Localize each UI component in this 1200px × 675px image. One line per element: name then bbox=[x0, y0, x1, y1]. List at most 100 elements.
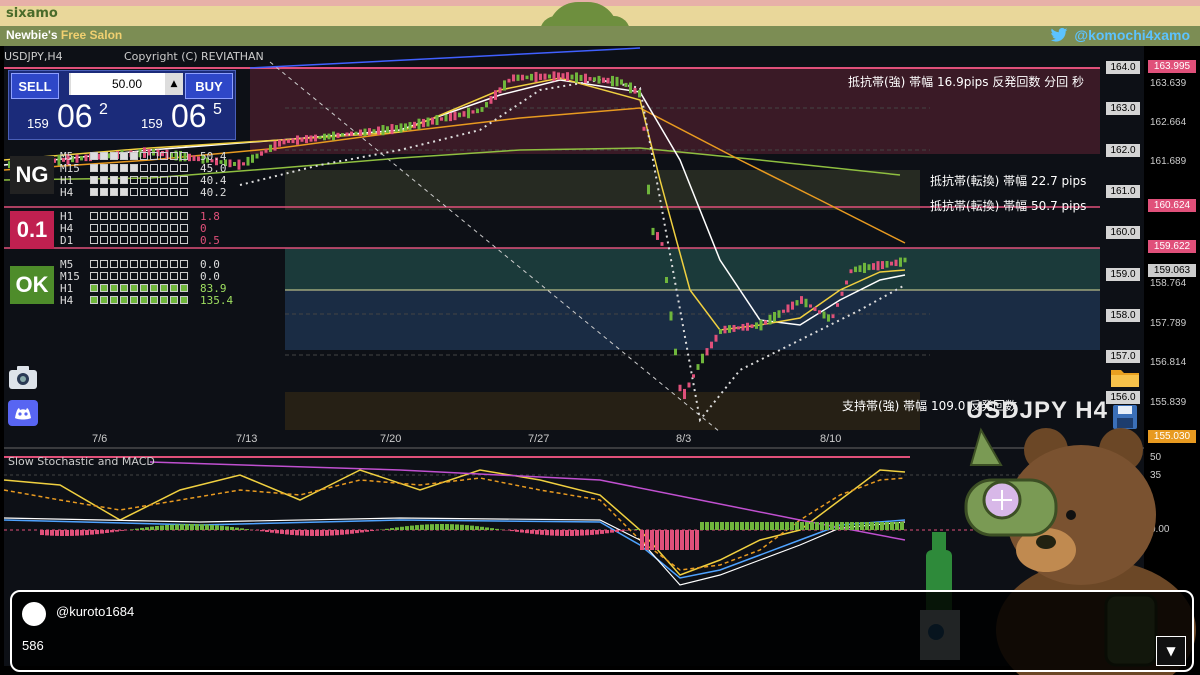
candle bbox=[228, 159, 232, 168]
histogram-bar bbox=[605, 530, 609, 534]
candle bbox=[395, 125, 398, 133]
candle bbox=[350, 131, 353, 137]
buy-price-main: 06 bbox=[171, 98, 207, 134]
histogram-bar bbox=[170, 524, 174, 530]
histogram-bar bbox=[700, 522, 704, 530]
histogram-bar bbox=[325, 530, 329, 536]
axis-price: 162.664 bbox=[1150, 117, 1187, 128]
sell-price[interactable]: 159 06 2 bbox=[11, 98, 121, 137]
histogram-bar bbox=[330, 530, 334, 536]
histogram-bar bbox=[545, 530, 549, 536]
histogram-bar bbox=[360, 530, 364, 533]
candle bbox=[327, 133, 331, 140]
histogram-bar bbox=[350, 530, 354, 534]
candle bbox=[444, 114, 448, 122]
histogram-bar bbox=[855, 522, 859, 530]
candle bbox=[629, 82, 632, 94]
timeframe-row: H4 135.4 bbox=[60, 293, 234, 307]
histogram-bar bbox=[420, 524, 424, 530]
histogram-bar bbox=[800, 522, 804, 530]
date-label: 7/13 bbox=[236, 433, 258, 445]
histogram-bar bbox=[345, 530, 349, 535]
strength-boxes bbox=[90, 236, 192, 244]
histogram-bar bbox=[530, 530, 534, 534]
histogram-bar bbox=[655, 530, 659, 550]
histogram-bar bbox=[760, 522, 764, 530]
histogram-bar bbox=[365, 530, 369, 532]
candle bbox=[516, 74, 520, 81]
candle bbox=[237, 159, 241, 170]
histogram-bar bbox=[850, 522, 854, 530]
lot-up-arrow[interactable]: ▲ bbox=[165, 73, 183, 95]
signal-ng: NG bbox=[10, 156, 54, 194]
strength-boxes bbox=[90, 296, 192, 304]
histogram-bar bbox=[710, 522, 714, 530]
channel-line bbox=[249, 47, 641, 69]
histogram-bar bbox=[120, 530, 124, 531]
histogram-bar bbox=[510, 530, 514, 532]
timeframe-value: 135.4 bbox=[200, 293, 234, 307]
histogram-bar bbox=[835, 522, 839, 530]
histogram-bar bbox=[580, 530, 584, 536]
candle bbox=[377, 126, 380, 135]
level-label: 156.0 bbox=[1106, 391, 1140, 405]
histogram-bar bbox=[790, 522, 794, 530]
folder-icon[interactable] bbox=[1110, 366, 1140, 388]
candle bbox=[480, 107, 484, 112]
candle bbox=[278, 139, 281, 147]
candle bbox=[885, 260, 889, 268]
discord-icon[interactable] bbox=[8, 400, 38, 426]
chevron-down-icon[interactable]: ▼ bbox=[1156, 636, 1186, 666]
histogram-bar bbox=[425, 524, 429, 530]
candle bbox=[300, 137, 304, 142]
axis-price: 157.789 bbox=[1150, 318, 1187, 329]
axis-price: 158.764 bbox=[1150, 278, 1187, 289]
candle bbox=[417, 118, 421, 130]
histogram-bar bbox=[300, 530, 304, 536]
axis-price: 156.814 bbox=[1150, 357, 1187, 368]
buy-button[interactable]: BUY bbox=[185, 73, 233, 99]
chat-username: @kuroto1684 bbox=[56, 604, 135, 619]
camera-icon[interactable] bbox=[8, 364, 38, 390]
histogram-bar bbox=[875, 522, 879, 530]
histogram-bar bbox=[450, 524, 454, 530]
candle bbox=[408, 122, 412, 131]
chart-copyright: Copyright (C) REVIATHAN bbox=[124, 50, 264, 63]
histogram-bar bbox=[565, 530, 569, 536]
candle bbox=[831, 314, 835, 319]
timeframe-row: H4 0 bbox=[60, 222, 207, 235]
histogram-bar bbox=[210, 524, 214, 530]
timeframe-label: H4 bbox=[60, 185, 74, 199]
histogram-bar bbox=[90, 530, 94, 535]
histogram-bar bbox=[215, 525, 219, 530]
candle bbox=[368, 128, 371, 136]
histogram-bar bbox=[390, 528, 394, 530]
histogram-bar bbox=[685, 530, 689, 550]
histogram-bar bbox=[880, 522, 884, 530]
histogram-bar bbox=[65, 530, 69, 536]
histogram-bar bbox=[50, 530, 54, 536]
histogram-bar bbox=[805, 522, 809, 530]
candle bbox=[287, 139, 290, 143]
histogram-bar bbox=[235, 527, 239, 530]
candle bbox=[381, 125, 385, 136]
timeframe-row: D1 0.5 bbox=[60, 234, 220, 247]
buy-price[interactable]: 159 06 5 bbox=[125, 98, 235, 137]
histogram-bar bbox=[570, 530, 574, 536]
candle bbox=[894, 259, 898, 267]
histogram-bar bbox=[55, 530, 59, 536]
histogram-bar bbox=[665, 530, 669, 550]
timeframe-row: H1 40.4 bbox=[60, 174, 227, 187]
candle bbox=[728, 325, 731, 333]
histogram-bar bbox=[230, 526, 234, 530]
candle bbox=[233, 161, 236, 166]
candle bbox=[786, 304, 790, 313]
histogram-bar bbox=[725, 522, 729, 530]
candle bbox=[624, 82, 628, 87]
candle bbox=[854, 266, 857, 273]
histogram-bar bbox=[190, 524, 194, 530]
histogram-bar bbox=[175, 524, 179, 530]
candle bbox=[435, 114, 439, 126]
strength-boxes bbox=[90, 212, 192, 220]
sell-button[interactable]: SELL bbox=[11, 73, 59, 99]
